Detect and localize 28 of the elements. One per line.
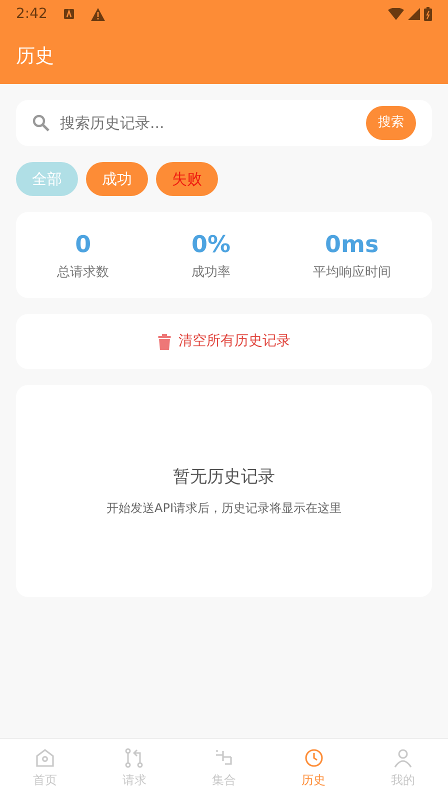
clear-history-button[interactable]: 清空所有历史记录 (152, 330, 296, 353)
battery-icon (424, 7, 432, 21)
trash-icon (158, 334, 170, 350)
stat-label: 平均响应时间 (312, 264, 391, 282)
empty-title: 暂无历史记录 (173, 466, 275, 490)
stat-value: 0ms (325, 231, 379, 260)
person-icon (392, 747, 414, 769)
filter-chip[interactable]: 全部 (16, 162, 78, 196)
filter-chip[interactable]: 成功 (86, 162, 148, 196)
branch-icon (123, 747, 146, 769)
warning-icon (91, 8, 106, 20)
home-icon (34, 747, 56, 769)
stat-label: 总请求数 (57, 264, 110, 282)
notification-icon (63, 8, 76, 20)
search-button[interactable]: 搜索 (366, 106, 416, 140)
wifi-icon (388, 8, 404, 20)
search-field[interactable]: 搜索历史记录... 搜索 (16, 100, 432, 146)
clock-icon (302, 747, 325, 769)
filter-chip[interactable]: 失败 (156, 162, 218, 196)
stat-value: 0% (191, 231, 231, 260)
signal-icon (408, 8, 420, 20)
stat-label: 成功率 (192, 264, 230, 282)
nav-tab[interactable]: 历史 (268, 739, 358, 798)
stat-value: 0 (75, 231, 92, 260)
status-time: 2:42 (16, 4, 48, 24)
search-icon (32, 114, 50, 132)
empty-message: 开始发送API请求后，历史记录将显示在这里 (106, 500, 342, 517)
page-title: 历史 (16, 44, 54, 69)
